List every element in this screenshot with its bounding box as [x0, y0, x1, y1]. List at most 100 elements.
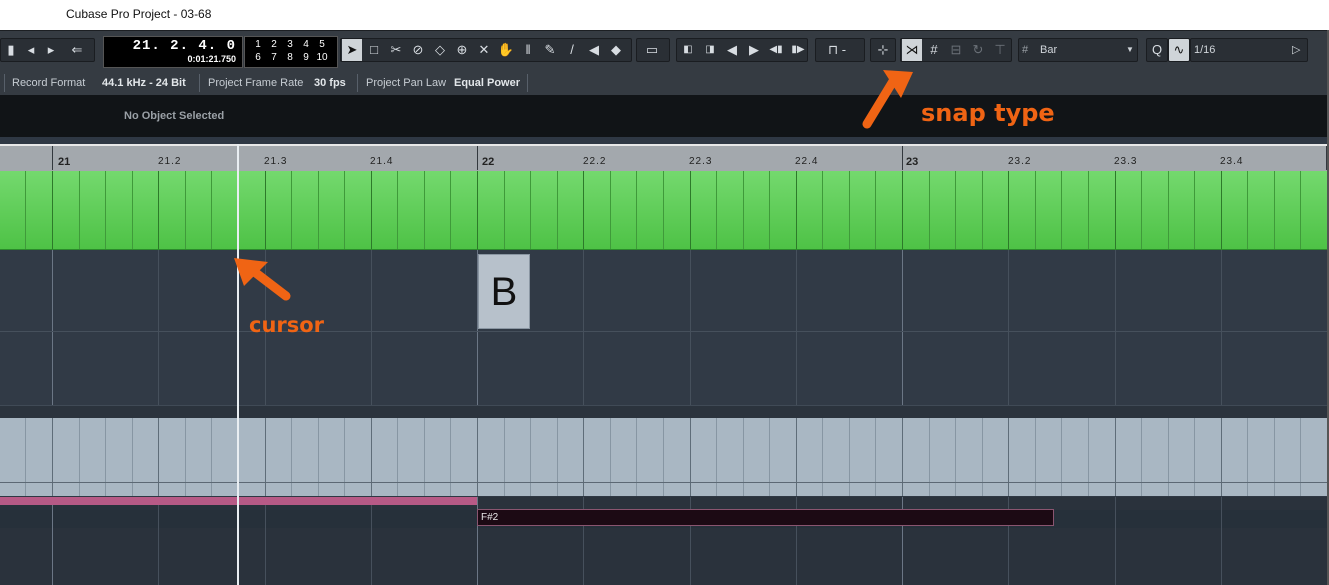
rewind-icon[interactable]: ◀ — [722, 39, 742, 61]
ruler-label: 22.4 — [795, 156, 819, 167]
frame-rate-value[interactable]: 30 fps — [314, 77, 346, 89]
ruler-label: 21.4 — [370, 156, 394, 167]
record-format-label: Record Format — [12, 77, 86, 89]
beat-line — [371, 250, 372, 405]
grid-line — [1247, 418, 1248, 496]
grid-line — [397, 171, 398, 249]
mute-icon[interactable]: ✕ — [474, 39, 494, 61]
return-icon[interactable]: ⇐ — [63, 39, 91, 61]
marker-8[interactable]: 8 — [284, 53, 296, 63]
grid-line — [185, 171, 186, 249]
grid-relative-icon[interactable]: ⊟ — [946, 39, 966, 61]
speaker-icon[interactable]: ◀ — [584, 39, 604, 61]
grid-line — [504, 418, 505, 496]
beat-line — [265, 497, 266, 585]
grid-line — [663, 418, 664, 496]
marker-10[interactable]: 10 — [316, 53, 328, 63]
grid-type-dropdown[interactable] — [1018, 38, 1138, 62]
nav-back-icon[interactable]: ▮ — [2, 39, 20, 61]
grid-type-icon: # — [1022, 44, 1029, 56]
marker-b[interactable]: B — [478, 254, 530, 329]
color-icon[interactable]: ◆ — [606, 39, 626, 61]
record-format-value[interactable]: 44.1 kHz - 24 Bit — [102, 77, 186, 89]
grid-line — [1061, 171, 1062, 249]
zoom-icon[interactable]: ⊕ — [452, 39, 472, 61]
grid-icon[interactable]: # — [924, 39, 944, 61]
grid-line — [291, 171, 292, 249]
marker-2[interactable]: 2 — [268, 40, 280, 50]
grid-line — [1088, 171, 1089, 249]
arrow-select-icon[interactable]: ➤ — [342, 39, 362, 61]
prev-marker-icon[interactable]: ◀▮ — [766, 39, 786, 61]
grid-line — [1141, 418, 1142, 496]
grid-line — [1274, 418, 1275, 496]
grid-line — [769, 418, 770, 496]
divider — [357, 74, 358, 92]
grid-line — [1247, 171, 1248, 249]
split-icon[interactable]: ✂ — [386, 39, 406, 61]
cycle-icon[interactable]: ↻ — [968, 39, 988, 61]
go-end-icon[interactable]: ◨ — [700, 39, 720, 61]
line-icon[interactable]: / — [562, 39, 582, 61]
grid-type-value: Bar — [1040, 44, 1058, 56]
snap-type-icon[interactable]: ⋊ — [902, 39, 922, 61]
grid-line — [105, 171, 106, 249]
grid-line — [318, 171, 319, 249]
ruler-label: 23 — [906, 156, 919, 168]
project-cursor[interactable] — [237, 144, 239, 585]
midi-note[interactable]: F#2 — [477, 509, 1054, 526]
audio-event-blue[interactable] — [0, 418, 1329, 496]
nav-right-icon[interactable]: ▸ — [42, 39, 60, 61]
grid-line — [158, 418, 159, 496]
forward-icon[interactable]: ▶ — [744, 39, 764, 61]
grid-line — [690, 418, 691, 496]
draw-icon[interactable]: ✎ — [540, 39, 560, 61]
ruler-label: 23.4 — [1220, 156, 1244, 167]
beat-line — [796, 250, 797, 405]
grid-line — [450, 171, 451, 249]
glue-icon[interactable]: ⊘ — [408, 39, 428, 61]
ruler-label: 21 — [58, 156, 71, 168]
marker-4[interactable]: 4 — [300, 40, 312, 50]
grid-line — [955, 171, 956, 249]
grid-line — [769, 171, 770, 249]
grid-line — [610, 171, 611, 249]
marker-track-lane[interactable] — [0, 250, 1329, 405]
magnet-icon[interactable]: ⊤ — [990, 39, 1010, 61]
grid-line — [982, 171, 983, 249]
grid-line — [796, 171, 797, 249]
ruler-tick — [477, 146, 478, 170]
grid-line — [849, 171, 850, 249]
grid-line — [583, 171, 584, 249]
go-start-icon[interactable]: ◧ — [678, 39, 698, 61]
cursor-arrow-icon — [234, 258, 291, 301]
hand-icon[interactable]: ✋ — [496, 39, 516, 61]
nav-left-icon[interactable]: ◂ — [22, 39, 40, 61]
marker-7[interactable]: 7 — [268, 53, 280, 63]
ruler-label: 22 — [482, 156, 495, 168]
marker-5[interactable]: 5 — [316, 40, 328, 50]
grid-line — [636, 171, 637, 249]
marker-9[interactable]: 9 — [300, 53, 312, 63]
next-marker-icon[interactable]: ▮▶ — [788, 39, 808, 61]
beat-line — [1008, 250, 1009, 405]
beat-line — [583, 250, 584, 405]
grid-line — [1194, 418, 1195, 496]
marker-6[interactable]: 6 — [252, 53, 264, 63]
pan-law-value[interactable]: Equal Power — [454, 77, 520, 89]
grid-line — [902, 171, 903, 249]
ruler-label: 21.3 — [264, 156, 288, 167]
marker-1[interactable]: 1 — [252, 40, 264, 50]
grid-line — [424, 171, 425, 249]
range-select-icon[interactable]: □ — [364, 39, 384, 61]
grid-line — [1008, 418, 1009, 496]
erase-icon[interactable]: ◇ — [430, 39, 450, 61]
comp-icon[interactable]: ‖ — [518, 39, 538, 61]
grid-line — [1088, 418, 1089, 496]
marker-3[interactable]: 3 — [284, 40, 296, 50]
grid-line — [424, 418, 425, 496]
grid-line — [530, 418, 531, 496]
grid-line — [530, 171, 531, 249]
grid-line — [1061, 418, 1062, 496]
grid-line — [557, 418, 558, 496]
